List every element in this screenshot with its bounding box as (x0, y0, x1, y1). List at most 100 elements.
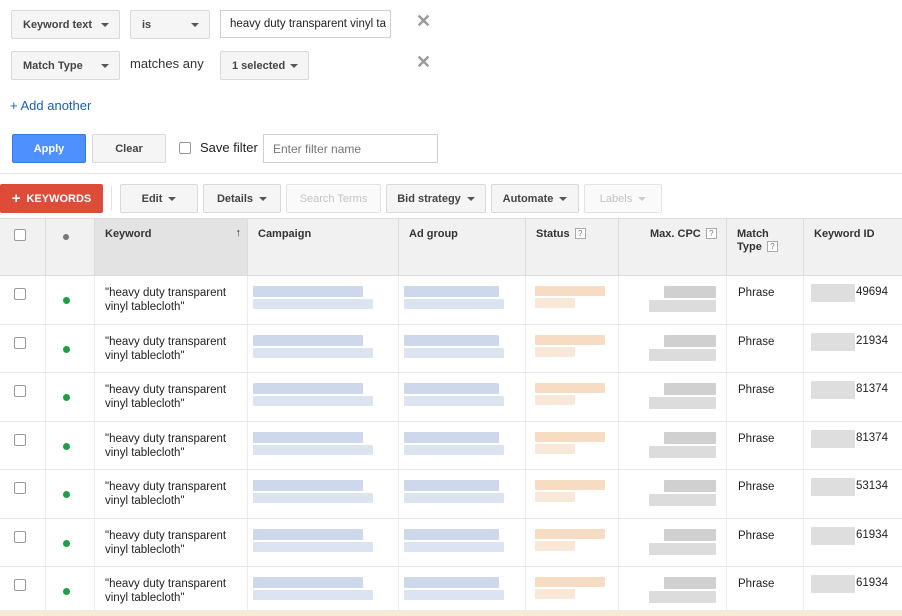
row-status-cell (46, 421, 95, 469)
column-header-keyword[interactable]: Keyword ↑ (95, 219, 248, 275)
search-terms-button[interactable]: Search Terms (286, 184, 381, 213)
keyword-cell[interactable]: "heavy duty transparent vinyl tablecloth" (95, 518, 248, 566)
table-row[interactable]: "heavy duty transparent vinyl tablecloth"… (0, 324, 902, 373)
filter-operator-select-1[interactable]: is (130, 10, 210, 39)
help-icon[interactable]: ? (574, 228, 586, 239)
filter-field-select-1[interactable]: Keyword text (11, 10, 120, 39)
add-another-link[interactable]: + Add another (10, 98, 91, 113)
apply-button[interactable]: Apply (12, 134, 86, 163)
keyword-id-suffix: 21934 (856, 334, 888, 347)
redacted-ad-group (404, 334, 499, 346)
ad-group-cell[interactable] (399, 421, 526, 469)
redacted-ad-group (404, 541, 504, 552)
redacted-ad-group (404, 480, 499, 491)
row-status-cell (46, 276, 95, 324)
row-checkbox[interactable] (14, 385, 26, 397)
table-row[interactable]: "heavy duty transparent vinyl tablecloth"… (0, 373, 902, 422)
table-row[interactable]: "heavy duty transparent vinyl tablecloth"… (0, 421, 902, 470)
ad-group-cell[interactable] (399, 470, 526, 518)
bid-strategy-button[interactable]: Bid strategy (386, 184, 486, 213)
campaign-cell[interactable] (248, 518, 399, 566)
keyword-id-suffix: 81374 (856, 431, 888, 444)
redacted-campaign (253, 396, 373, 406)
redacted-keyword-id (811, 381, 855, 399)
ad-group-cell[interactable] (399, 567, 526, 615)
clear-button[interactable]: Clear (92, 134, 166, 163)
keyword-cell[interactable]: "heavy duty transparent vinyl tablecloth" (95, 324, 248, 372)
keyword-cell[interactable]: "heavy duty transparent vinyl tablecloth" (95, 567, 248, 615)
row-checkbox[interactable] (14, 288, 26, 300)
campaign-cell[interactable] (248, 373, 399, 421)
table-row[interactable]: "heavy duty transparent vinyl tablecloth"… (0, 276, 902, 325)
redacted-keyword-id (811, 526, 855, 545)
campaign-cell[interactable] (248, 421, 399, 469)
select-all-checkbox[interactable] (14, 229, 26, 241)
ad-group-cell[interactable] (399, 373, 526, 421)
table-row[interactable]: "heavy duty transparent vinyl tablecloth"… (0, 567, 902, 616)
labels-button[interactable]: Labels (584, 184, 662, 213)
column-header-ad-group[interactable]: Ad group (399, 219, 526, 275)
filter-value-select-2[interactable]: 1 selected (220, 51, 309, 80)
table-row[interactable]: "heavy duty transparent vinyl tablecloth"… (0, 470, 902, 519)
match-type-text: Phrase (738, 287, 775, 299)
save-filter-checkbox[interactable] (179, 142, 191, 154)
filter-value-input-1[interactable]: heavy duty transparent vinyl ta (220, 10, 391, 38)
row-checkbox[interactable] (14, 530, 26, 543)
campaign-cell[interactable] (248, 276, 399, 324)
keyword-cell[interactable]: "heavy duty transparent vinyl tablecloth" (95, 276, 248, 324)
filter-field-label-2: Match Type (23, 59, 83, 72)
redacted-campaign (253, 444, 373, 455)
row-select-cell (0, 324, 46, 372)
keyword-cell[interactable]: "heavy duty transparent vinyl tablecloth" (95, 373, 248, 421)
max-cpc-cell[interactable] (619, 421, 727, 469)
close-icon[interactable]: ✕ (416, 53, 431, 71)
row-checkbox[interactable] (14, 482, 26, 494)
keyword-id-suffix: 53134 (856, 480, 888, 492)
redacted-status (535, 298, 575, 308)
row-checkbox[interactable] (14, 579, 26, 591)
help-icon[interactable]: ? (766, 241, 778, 252)
redacted-ad-group (404, 299, 504, 309)
row-checkbox[interactable] (14, 336, 26, 349)
ad-group-cell[interactable] (399, 324, 526, 372)
keyword-cell[interactable]: "heavy duty transparent vinyl tablecloth" (95, 421, 248, 469)
max-cpc-cell[interactable] (619, 276, 727, 324)
column-header-max-cpc[interactable]: Max. CPC ? (619, 219, 727, 275)
help-icon[interactable]: ? (705, 228, 717, 239)
redacted-ad-group (404, 528, 499, 540)
status-cell (526, 470, 619, 518)
keyword-cell[interactable]: "heavy duty transparent vinyl tablecloth" (95, 470, 248, 518)
column-header-match-type[interactable]: Match Type ? (727, 219, 804, 275)
column-header-status[interactable]: Status ? (526, 219, 619, 275)
close-icon[interactable]: ✕ (416, 12, 431, 30)
redacted-campaign (253, 493, 373, 503)
column-header-keyword-id[interactable]: Keyword ID (804, 219, 902, 275)
max-cpc-cell[interactable] (619, 470, 727, 518)
max-cpc-cell[interactable] (619, 373, 727, 421)
row-checkbox[interactable] (14, 433, 26, 446)
ad-group-cell[interactable] (399, 276, 526, 324)
chevron-down-icon (559, 196, 568, 201)
add-keywords-button[interactable]: + KEYWORDS (0, 184, 103, 213)
campaign-cell[interactable] (248, 324, 399, 372)
keyword-text-line1: "heavy duty transparent (105, 578, 227, 590)
redacted-ad-group (404, 383, 499, 394)
redacted-campaign (253, 541, 373, 552)
edit-label: Edit (141, 192, 163, 205)
column-header-campaign[interactable]: Campaign (248, 219, 399, 275)
max-cpc-cell[interactable] (619, 567, 727, 615)
redacted-status (535, 577, 605, 587)
automate-button[interactable]: Automate (491, 184, 579, 213)
edit-button[interactable]: Edit (120, 184, 198, 213)
keyword-text-line1: "heavy duty transparent (105, 481, 227, 493)
filter-field-select-2[interactable]: Match Type (11, 51, 120, 80)
max-cpc-cell[interactable] (619, 518, 727, 566)
details-button[interactable]: Details (203, 184, 281, 213)
table-row[interactable]: "heavy duty transparent vinyl tablecloth"… (0, 518, 902, 567)
max-cpc-cell[interactable] (619, 324, 727, 372)
filter-name-input[interactable] (263, 134, 438, 163)
ad-group-cell[interactable] (399, 518, 526, 566)
campaign-cell[interactable] (248, 470, 399, 518)
filter-field-label-1: Keyword text (23, 18, 93, 31)
campaign-cell[interactable] (248, 567, 399, 615)
